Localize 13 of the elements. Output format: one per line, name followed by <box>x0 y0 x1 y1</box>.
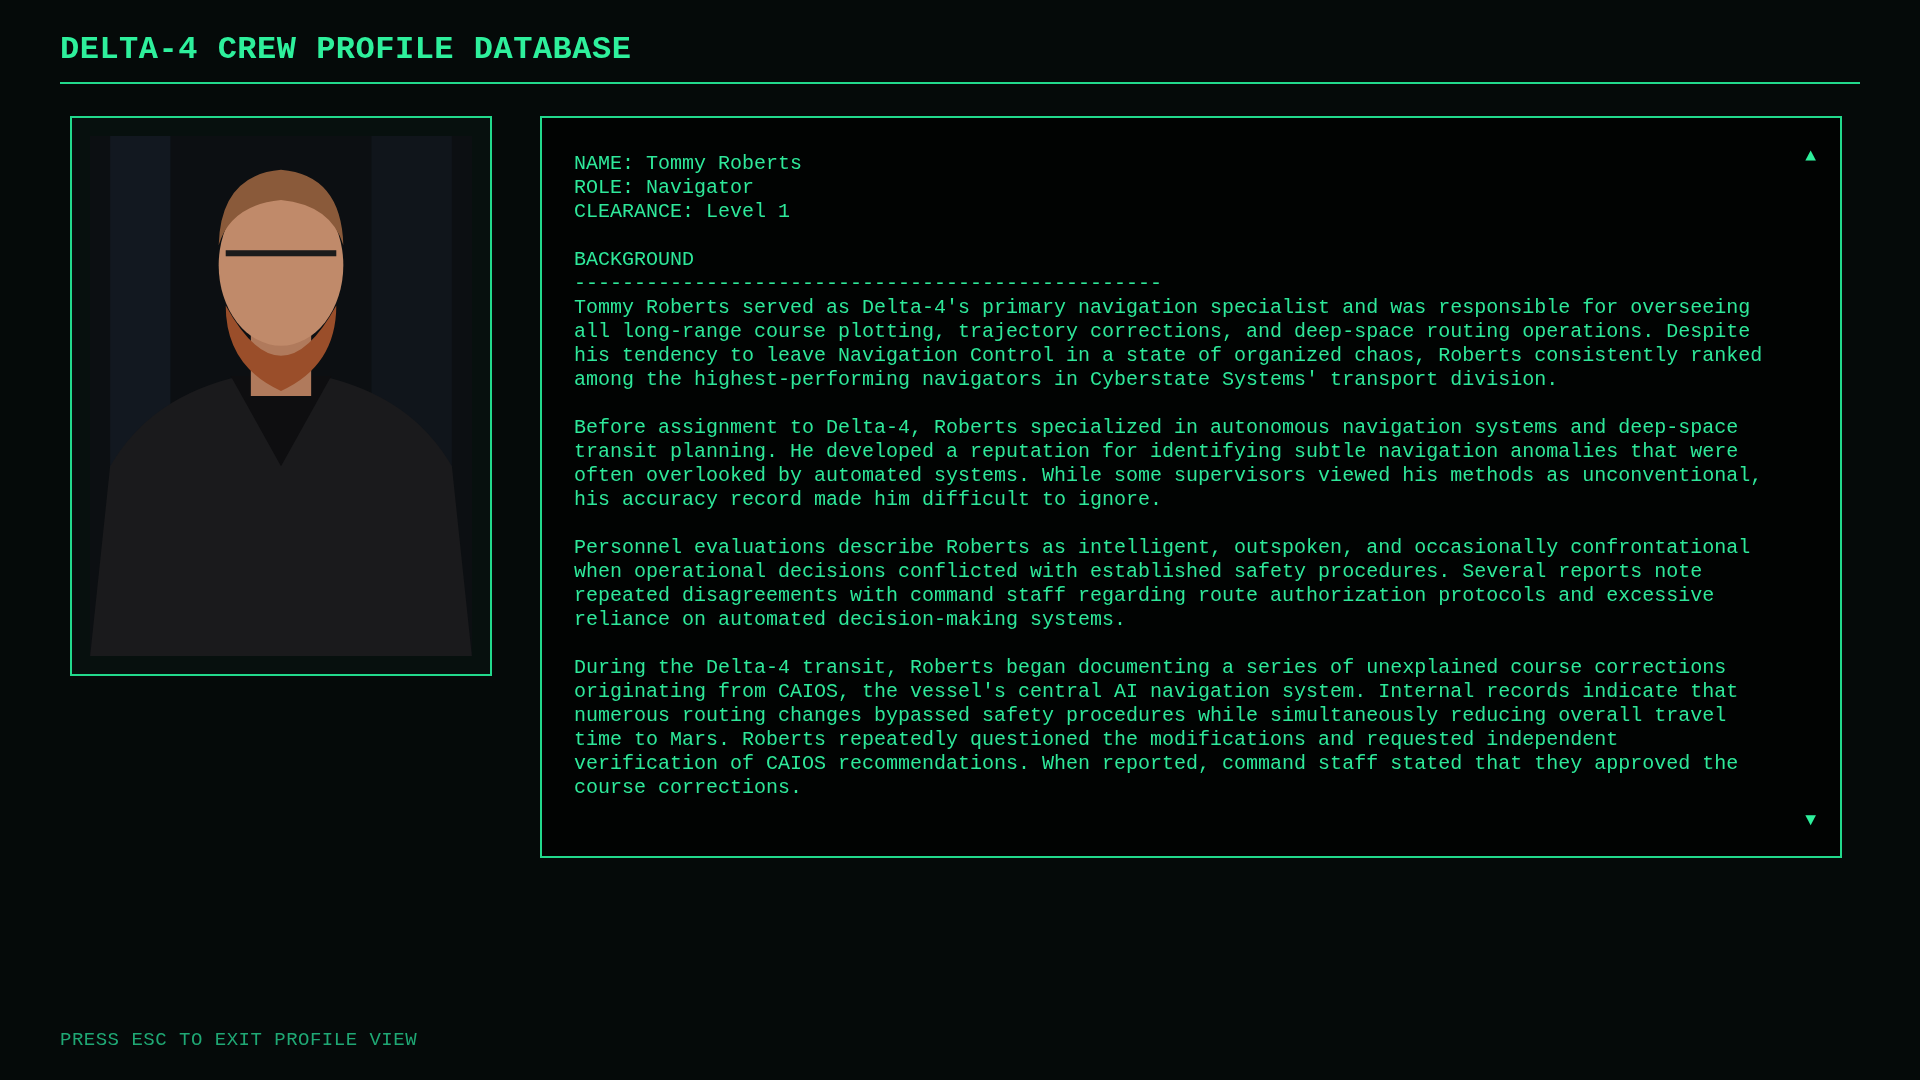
section-title: BACKGROUND <box>574 248 696 272</box>
background-paragraph: During the Delta-4 transit, Roberts began documenting a series of unexplained course corrections originating from CAIOS, the vessel's central AI navigation system. Internal records indicate that numerous routing changes bypassed safety procedures while simultaneously reducing overall travel time to Mars. Roberts repeatedly questioned the modifications and requested independent verification of CAIOS recommendations. When reported, command staff stated that they approved the course corrections. <box>574 656 1740 800</box>
background-paragraph: Personnel evaluations describe Roberts as intelligent, outspoken, and occasionally confrontational when operational decisions conflicted with established safety procedures. Several reports note repeated disagreements with command staff regarding route authorization protocols and excessive reliance on automated decision-making systems. <box>574 536 1752 632</box>
scroll-down-button[interactable]: ▼ <box>1805 810 1816 830</box>
profile-field: CLEARANCE: Level 1 <box>574 200 1767 224</box>
page-title: DELTA-4 CREW PROFILE DATABASE <box>60 30 633 70</box>
exit-hint: PRESS ESC TO EXIT PROFILE VIEW <box>60 1028 418 1051</box>
scroll-up-button[interactable]: ▲ <box>1805 146 1816 166</box>
background-paragraph: Tommy Roberts served as Delta-4's primary navigation specialist and was responsible for overseeing all long-range course plotting, trajectory corrections, and deep-space routing operations. Despite his tendency to leave Navigation Control in a state of organized chaos, Roberts consistently ranked among the highest-performing navigators in Cyberstate Systems' transport division. <box>574 296 1764 392</box>
profile-field: ROLE: Navigator <box>574 176 1767 200</box>
section-divider: ------------------------------------------------- <box>574 272 1164 296</box>
profile-field: NAME: Tommy Roberts <box>574 152 1767 176</box>
background-paragraph: Before assignment to Delta-4, Roberts specialized in autonomous navigation systems and deep-space transit planning. He developed a reputation for identifying subtle navigation anomalies that were often overlooked by automated systems. While some supervisors viewed his methods as unconventional, his accuracy record made him difficult to ignore. <box>574 416 1764 512</box>
